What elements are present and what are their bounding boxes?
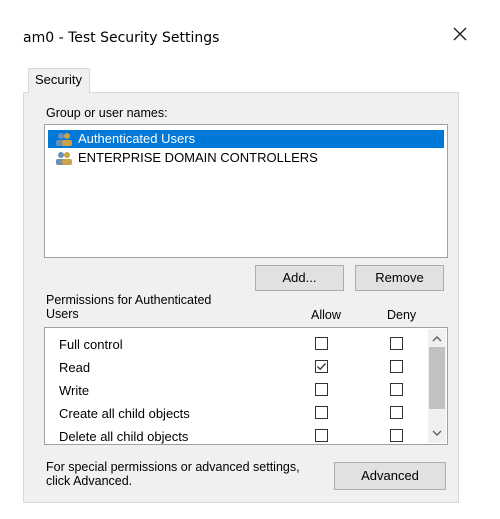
deny-full-control-checkbox[interactable] [390,337,403,350]
add-button[interactable]: Add... [255,265,344,291]
deny-delete-child-checkbox[interactable] [390,429,403,442]
close-icon [453,27,467,41]
permission-name: Full control [59,337,123,352]
permissions-list[interactable]: Full control Read Write Create all child… [44,327,448,445]
allow-create-child-checkbox[interactable] [315,406,328,419]
chevron-down-icon[interactable] [428,425,446,441]
deny-read-checkbox[interactable] [390,360,403,373]
list-item-enterprise-domain-controllers[interactable]: ENTERPRISE DOMAIN CONTROLLERS [48,149,444,167]
permissions-label: Permissions for Authenticated Users [46,293,212,321]
user-name: ENTERPRISE DOMAIN CONTROLLERS [78,150,318,165]
group-names-label: Group or user names: [46,106,168,120]
remove-button[interactable]: Remove [355,265,444,291]
window-title: am0 - Test Security Settings [23,30,220,46]
deny-create-child-checkbox[interactable] [390,406,403,419]
tab-security[interactable]: Security [28,68,90,93]
deny-write-checkbox[interactable] [390,383,403,396]
check-icon [317,363,326,371]
allow-full-control-checkbox[interactable] [315,337,328,350]
permission-name: Create all child objects [59,406,190,421]
list-item-authenticated-users[interactable]: Authenticated Users [48,130,444,148]
user-name: Authenticated Users [78,131,196,146]
permission-name: Delete all child objects [59,429,189,444]
advanced-hint: For special permissions or advanced sett… [46,460,300,488]
permissions-scrollbar[interactable] [428,329,446,443]
permission-name: Read [59,360,91,375]
allow-delete-child-checkbox[interactable] [315,429,328,442]
deny-header: Deny [387,308,417,322]
permission-name: Write [59,383,90,398]
users-icon [56,133,72,146]
advanced-button[interactable]: Advanced [334,462,446,490]
allow-read-checkbox[interactable] [315,360,328,373]
close-button[interactable] [448,22,472,46]
chevron-up-icon[interactable] [428,331,446,347]
scrollbar-thumb[interactable] [429,347,445,409]
users-icon [56,152,72,165]
user-list[interactable]: Authenticated Users ENTERPRISE DOMAIN CO… [44,124,448,258]
allow-header: Allow [311,308,341,322]
allow-write-checkbox[interactable] [315,383,328,396]
